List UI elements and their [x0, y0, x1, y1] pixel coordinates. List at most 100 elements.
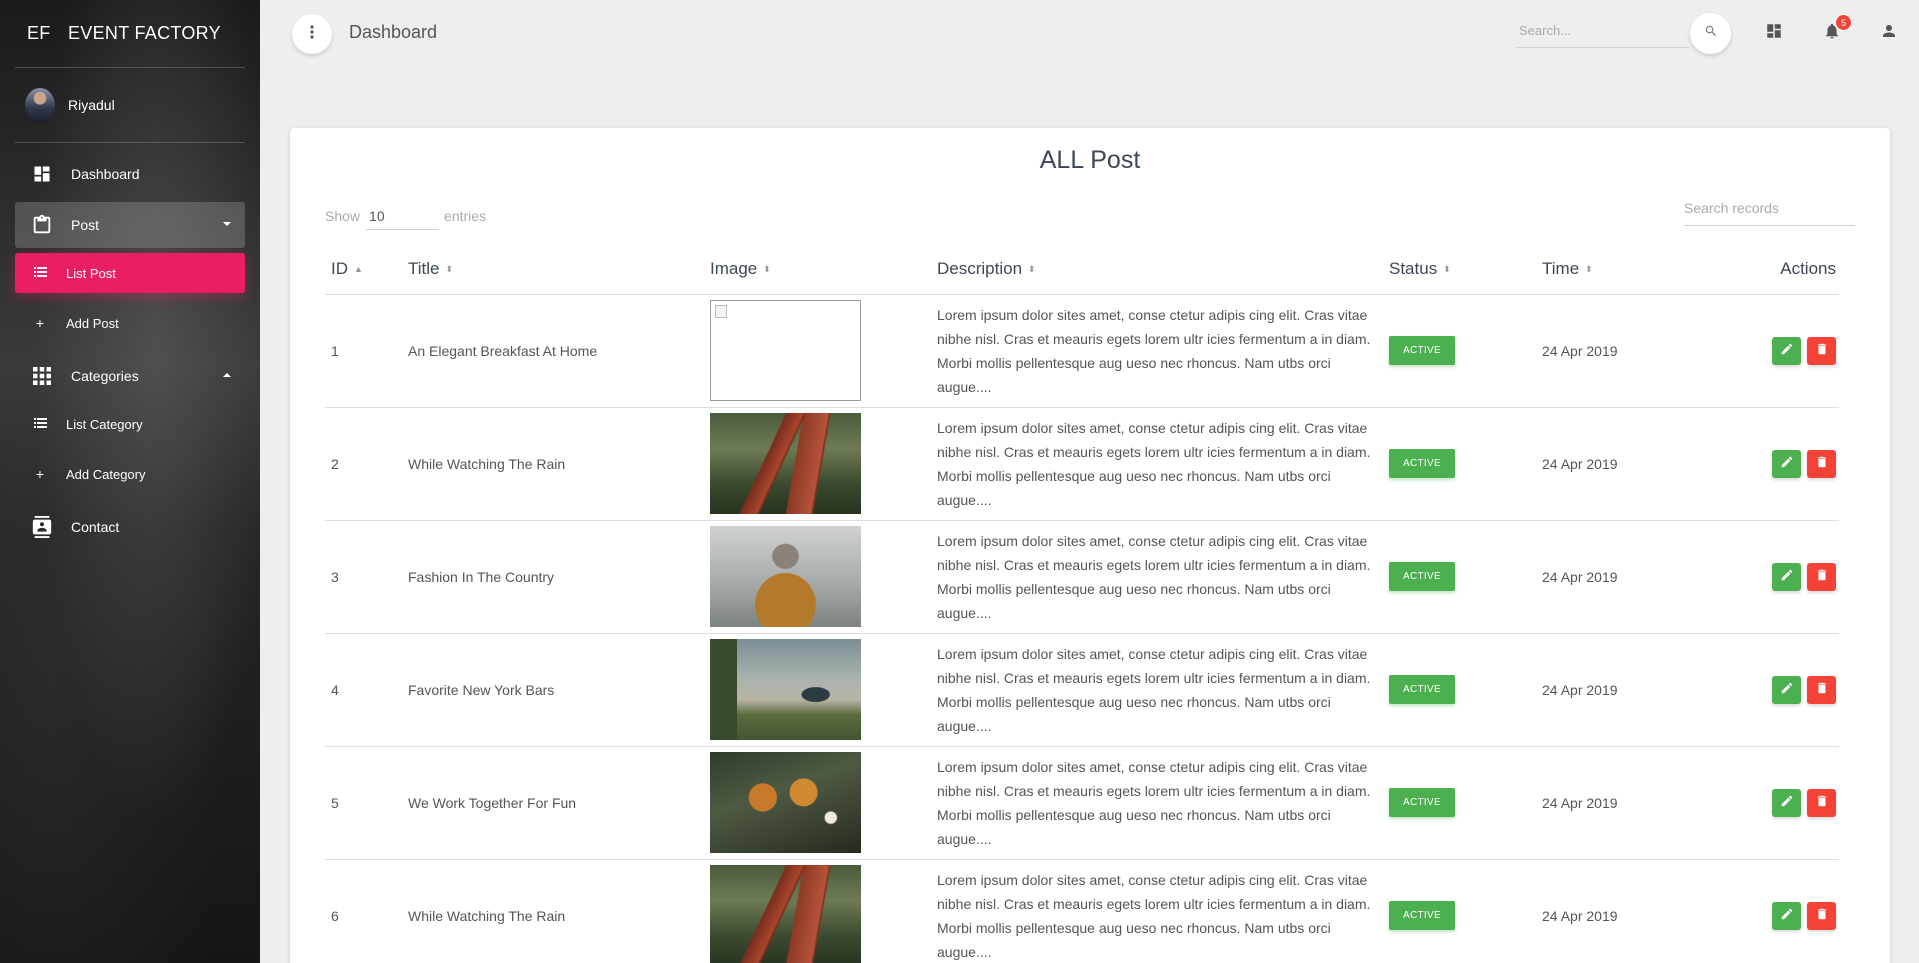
status-badge[interactable]: ACTIVE — [1389, 675, 1455, 704]
top-navbar: Dashboard 5 — [260, 0, 1919, 67]
post-thumbnail — [710, 639, 861, 740]
profile-button[interactable] — [1876, 20, 1902, 46]
table-row: 1 An Elegant Breakfast At Home Lorem ips… — [325, 293, 1839, 407]
edit-button[interactable] — [1772, 562, 1802, 591]
cell-status: ACTIVE — [1383, 632, 1536, 746]
records-search — [1684, 190, 1855, 226]
edit-icon — [1780, 681, 1794, 698]
plus-icon: + — [35, 466, 45, 482]
status-badge[interactable]: ACTIVE — [1389, 336, 1455, 365]
table-row: 6 While Watching The Rain Lorem ipsum do… — [325, 858, 1839, 963]
dashboard-icon — [29, 161, 55, 187]
search-button[interactable] — [1690, 13, 1731, 54]
table-row: 3 Fashion In The Country Lorem ipsum dol… — [325, 519, 1839, 633]
delete-button[interactable] — [1807, 562, 1836, 591]
user-profile[interactable]: Riyadul — [0, 68, 260, 142]
logo-mini: EF — [27, 23, 51, 43]
contact-icon — [29, 514, 55, 540]
column-header-time[interactable]: Time ⬍ — [1536, 244, 1686, 294]
edit-button[interactable] — [1772, 336, 1802, 365]
delete-button[interactable] — [1807, 788, 1836, 817]
status-badge[interactable]: ACTIVE — [1389, 449, 1455, 478]
status-badge[interactable]: ACTIVE — [1389, 562, 1455, 591]
cell-time: 24 Apr 2019 — [1536, 858, 1686, 963]
plus-icon: + — [35, 315, 45, 331]
avatar — [25, 88, 55, 122]
logo-text: EVENT FACTORY — [68, 23, 221, 43]
sidebar-item-post[interactable]: Post — [15, 202, 245, 248]
clipboard-icon — [29, 212, 55, 238]
cell-image — [704, 519, 931, 633]
cell-image — [704, 745, 931, 859]
cell-actions — [1686, 745, 1839, 859]
cell-id: 1 — [325, 293, 402, 407]
table-row: 4 Favorite New York Bars Lorem ipsum dol… — [325, 632, 1839, 746]
entries-length-control: Show 10 entries — [325, 202, 486, 230]
sidebar-item-label: Categories — [71, 368, 139, 384]
cell-actions — [1686, 519, 1839, 633]
column-header-title[interactable]: Title ⬍ — [402, 244, 704, 294]
delete-button[interactable] — [1807, 675, 1836, 704]
user-name: Riyadul — [68, 97, 115, 113]
delete-icon — [1815, 455, 1829, 472]
sidebar-item-list-post[interactable]: List Post — [15, 253, 245, 293]
edit-icon — [1780, 794, 1794, 811]
post-thumbnail — [710, 413, 861, 514]
sidebar-item-contact[interactable]: Contact — [15, 504, 245, 550]
sidebar-item-label: Contact — [71, 519, 120, 535]
delete-button[interactable] — [1807, 449, 1836, 478]
column-header-description[interactable]: Description ⬍ — [931, 244, 1383, 294]
cell-actions — [1686, 858, 1839, 963]
sort-asc-icon: ▲ — [354, 264, 363, 275]
edit-button[interactable] — [1772, 675, 1802, 704]
cell-status: ACTIVE — [1383, 406, 1536, 520]
delete-button[interactable] — [1807, 336, 1836, 365]
sidebar-item-label: List Category — [66, 416, 143, 432]
delete-button[interactable] — [1807, 901, 1836, 930]
post-thumbnail — [710, 752, 861, 853]
cell-description: Lorem ipsum dolor sites amet, conse ctet… — [931, 519, 1383, 633]
sidebar-item-add-post[interactable]: + Add Post — [15, 303, 245, 343]
search-input[interactable] — [1517, 14, 1689, 47]
show-label: Show — [325, 208, 361, 224]
column-header-status[interactable]: Status ⬍ — [1383, 244, 1536, 294]
status-badge[interactable]: ACTIVE — [1389, 788, 1455, 817]
records-search-input[interactable] — [1684, 190, 1855, 225]
sidebar: EF EVENT FACTORY Riyadul Dashboard Post … — [0, 0, 260, 963]
cell-actions — [1686, 406, 1839, 520]
table-row: 5 We Work Together For Fun Lorem ipsum d… — [325, 745, 1839, 859]
sidebar-item-dashboard[interactable]: Dashboard — [15, 151, 245, 197]
cell-title: While Watching The Rain — [402, 406, 704, 520]
cell-title: Fashion In The Country — [402, 519, 704, 633]
sidebar-item-list-category[interactable]: List Category — [15, 404, 245, 444]
sort-icon: ⬍ — [763, 263, 771, 274]
edit-button[interactable] — [1772, 901, 1802, 930]
sidebar-item-categories[interactable]: Categories — [15, 353, 245, 399]
navbar-search — [1517, 14, 1689, 48]
edit-button[interactable] — [1772, 449, 1802, 478]
delete-icon — [1815, 342, 1829, 359]
entries-select[interactable]: 10 — [366, 202, 440, 230]
cell-description: Lorem ipsum dolor sites amet, conse ctet… — [931, 858, 1383, 963]
sidebar-item-label: Post — [71, 217, 100, 233]
sidebar-toggle-button[interactable] — [292, 14, 332, 54]
dashboard-shortcut-button[interactable] — [1761, 20, 1787, 46]
edit-button[interactable] — [1772, 788, 1802, 817]
delete-icon — [1815, 568, 1829, 585]
table-row: 2 While Watching The Rain Lorem ipsum do… — [325, 406, 1839, 520]
column-header-image[interactable]: Image ⬍ — [704, 244, 931, 294]
cell-id: 4 — [325, 632, 402, 746]
column-header-id[interactable]: ID ▲ — [325, 244, 402, 294]
sidebar-nav: Dashboard Post List Post + Add Post Cate… — [0, 151, 260, 550]
notifications-button[interactable]: 5 — [1819, 14, 1852, 46]
status-badge[interactable]: ACTIVE — [1389, 901, 1455, 931]
cell-id: 5 — [325, 745, 402, 859]
cell-status: ACTIVE — [1383, 858, 1536, 963]
broken-image-icon — [715, 305, 727, 318]
sidebar-item-add-category[interactable]: + Add Category — [15, 454, 245, 494]
cell-image — [704, 632, 931, 746]
posts-table: ID ▲ Title ⬍ Image ⬍ Description ⬍ Status ⬍ T… — [325, 244, 1839, 963]
logo[interactable]: EF EVENT FACTORY — [0, 0, 260, 67]
sort-icon: ⬍ — [1585, 263, 1593, 274]
cell-title: Favorite New York Bars — [402, 632, 704, 746]
